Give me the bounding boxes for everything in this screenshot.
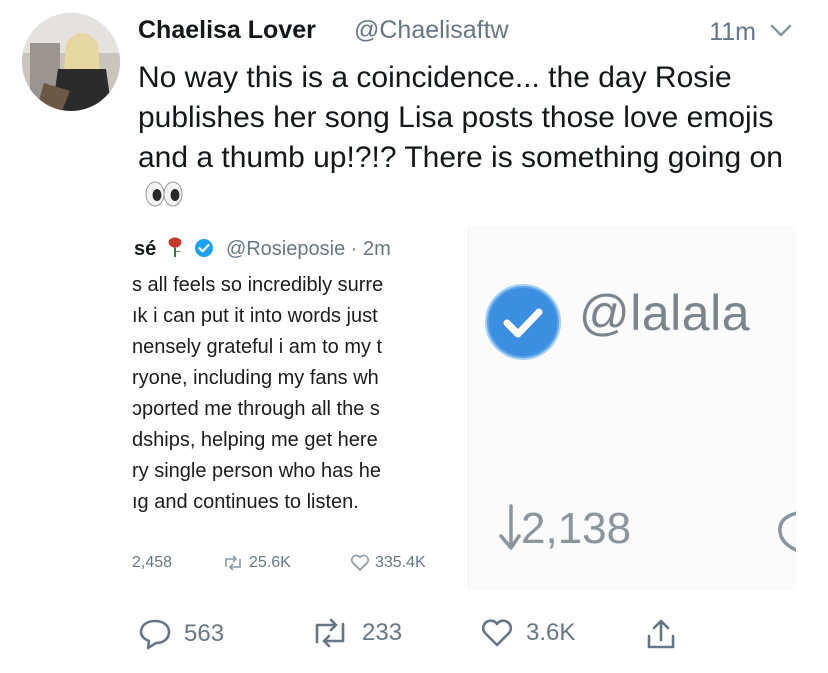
screenshot-text-line: s all feels so incredibly surre bbox=[132, 274, 384, 296]
screenshot-reply-count: 2,458 bbox=[132, 554, 172, 572]
user-handle[interactable]: @Chaelisaftw bbox=[354, 16, 509, 45]
zoomed-count: 2,138 bbox=[521, 504, 632, 553]
tweet-action-bar: 563 233 3.6K bbox=[138, 618, 698, 662]
zoomed-arrow-icon bbox=[499, 504, 521, 550]
eyes-emoji bbox=[144, 179, 184, 219]
screenshot-tweet-text: s all feels so incredibly surre ık i can… bbox=[132, 270, 460, 518]
tweet-body: No way this is a coincidence... the day … bbox=[138, 61, 783, 174]
screenshot-retweet-icon bbox=[225, 555, 241, 571]
like-button[interactable]: 3.6K bbox=[480, 618, 575, 648]
avatar-photo bbox=[22, 13, 120, 111]
screenshot-text-line: dships, helping me get here bbox=[132, 429, 378, 451]
share-button[interactable] bbox=[646, 618, 676, 650]
screenshot-text-line: ıg and continues to listen. bbox=[132, 491, 359, 513]
screenshot-like-count: 335.4K bbox=[350, 554, 426, 572]
screenshot-tweet-header: sé @Rosieposie · 2m bbox=[134, 236, 391, 266]
screenshot-like-icon bbox=[350, 554, 370, 571]
screenshot-text-line: ɔported me through all the s bbox=[132, 398, 380, 420]
avatar[interactable] bbox=[22, 13, 120, 111]
screenshot-retweet-value: 25.6K bbox=[249, 554, 291, 571]
reply-count: 563 bbox=[184, 620, 225, 647]
like-count: 3.6K bbox=[526, 619, 576, 646]
retweet-button[interactable]: 233 bbox=[310, 618, 402, 648]
display-name[interactable]: Chaelisa Lover bbox=[138, 16, 316, 45]
zoomed-handle: @lalala bbox=[579, 285, 751, 341]
like-icon bbox=[481, 619, 513, 647]
screenshot-reply-value: 2,458 bbox=[132, 554, 173, 571]
tweet-header: Chaelisa Lover @Chaelisaftw 11m bbox=[138, 14, 798, 50]
retweet-count: 233 bbox=[362, 619, 403, 646]
screenshot-name-fragment: sé bbox=[134, 238, 157, 260]
screenshot-text-line: ık i can put it into words just bbox=[132, 305, 378, 327]
screenshot-action-bar: 2,458 25.6K 335.4K bbox=[132, 554, 460, 582]
tweet-text: No way this is a coincidence... the day … bbox=[138, 58, 798, 219]
screenshot-like-value: 335.4K bbox=[375, 554, 426, 571]
embedded-screenshot-right[interactable]: @lalala 2,138 bbox=[468, 226, 796, 590]
screenshot-text-line: nensely grateful i am to my t bbox=[132, 336, 383, 358]
zoomed-icon-edge bbox=[778, 511, 796, 552]
reply-button[interactable]: 563 bbox=[138, 618, 224, 650]
screenshot-text-line: ryone, including my fans wh bbox=[132, 367, 379, 389]
timestamp[interactable]: 11m bbox=[709, 18, 756, 47]
chevron-down-icon[interactable] bbox=[768, 20, 794, 42]
share-icon bbox=[647, 619, 675, 649]
screenshot-handle-time: @Rosieposie · 2m bbox=[225, 238, 391, 260]
screenshot-retweet-count: 25.6K bbox=[222, 554, 291, 572]
verified-badge-icon bbox=[485, 284, 561, 360]
screenshot-text-line: ry single person who has he bbox=[132, 460, 382, 482]
retweet-icon bbox=[315, 618, 345, 648]
rose-emoji bbox=[168, 237, 182, 257]
verified-badge-icon bbox=[195, 239, 214, 257]
embedded-screenshot-left[interactable]: sé @Rosieposie · 2m s all feels so incre… bbox=[128, 226, 460, 598]
reply-icon bbox=[139, 619, 171, 650]
